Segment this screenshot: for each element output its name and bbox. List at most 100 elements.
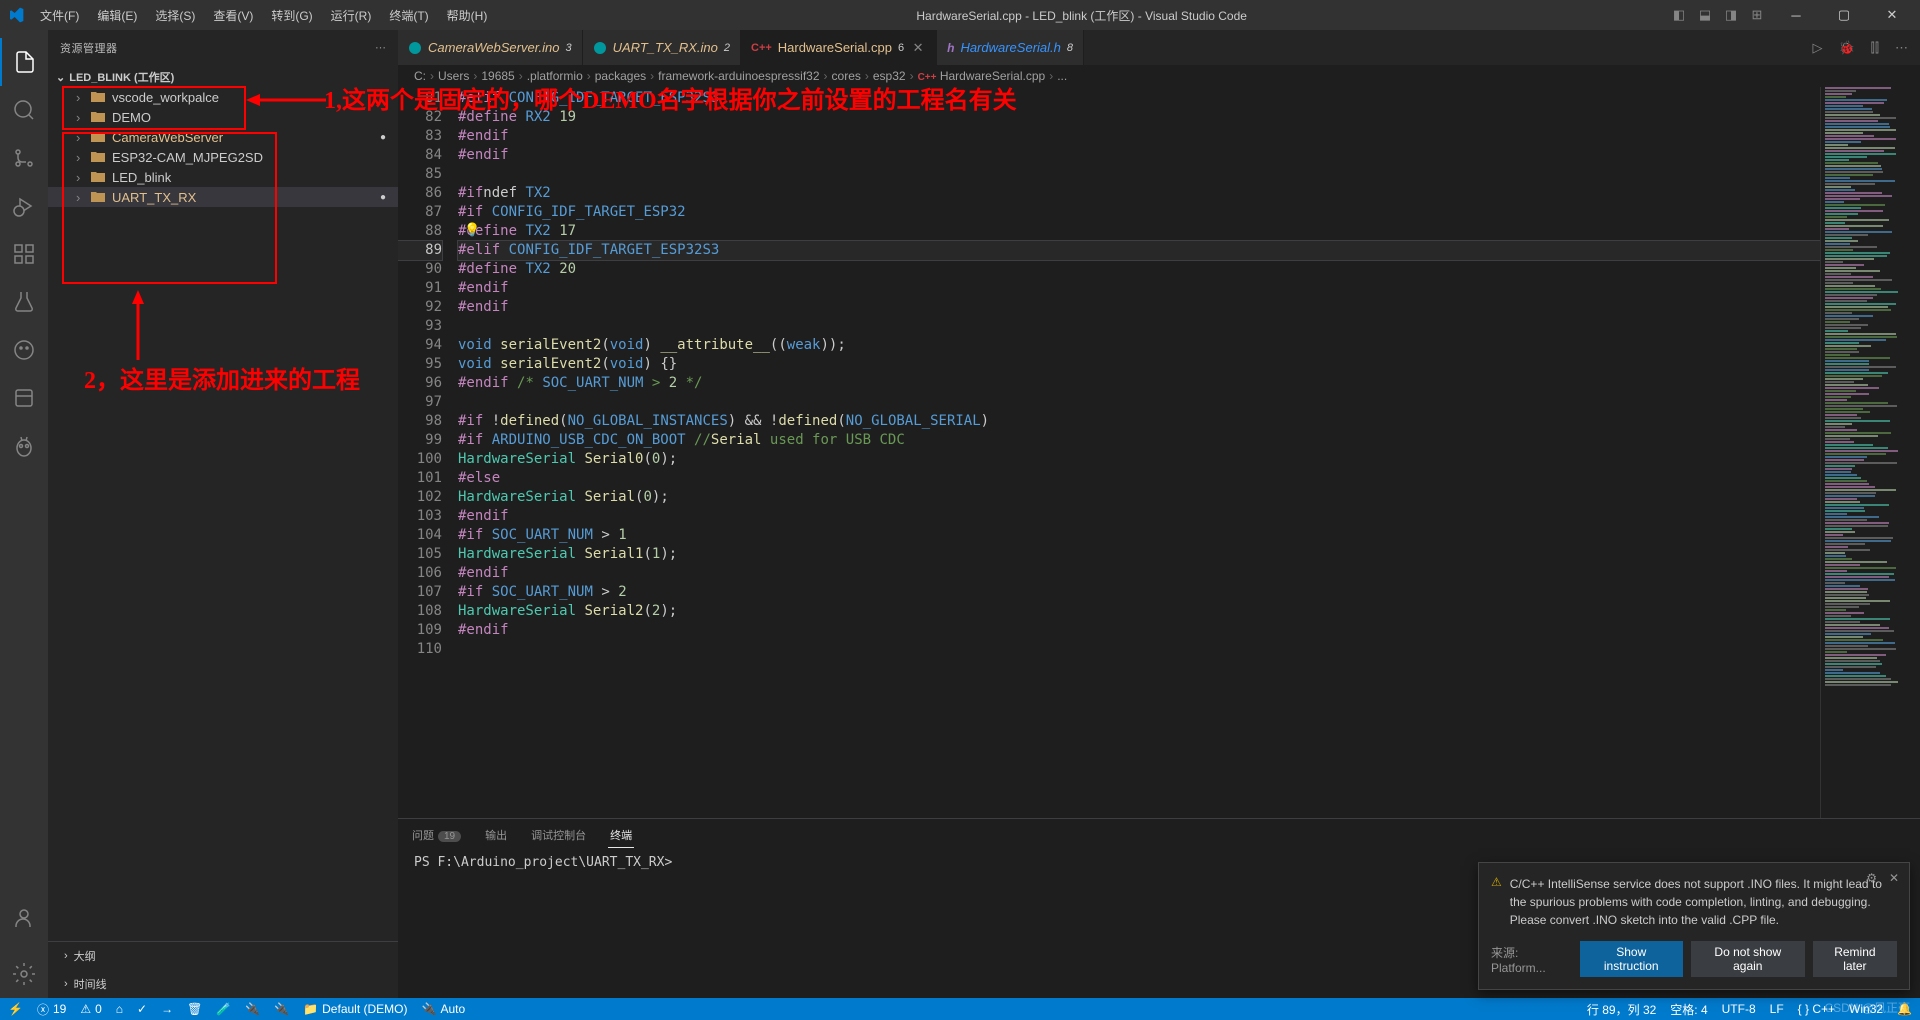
window-title: HardwareSerial.cpp - LED_blink (工作区) - V…: [495, 7, 1668, 24]
more-icon[interactable]: ⋯: [1891, 36, 1912, 60]
code-content[interactable]: #elif CONFIG_IDF_TARGET_ESP32S3#define R…: [458, 87, 1820, 818]
tree-item[interactable]: ›UART_TX_RX: [48, 187, 398, 207]
remind-later-button[interactable]: Remind later: [1813, 941, 1897, 977]
status-item[interactable]: 🔌: [245, 1002, 260, 1016]
editor-tab[interactable]: UART_TX_RX.ino2: [583, 30, 741, 65]
account-icon[interactable]: [0, 894, 48, 942]
minimize-button[interactable]: ─: [1776, 0, 1816, 30]
breadcrumb-item[interactable]: C:: [414, 69, 426, 83]
status-item[interactable]: 🔌: [274, 1002, 289, 1016]
status-item[interactable]: ⓧ19: [37, 1001, 66, 1018]
do-not-show-button[interactable]: Do not show again: [1691, 941, 1805, 977]
platformio-icon[interactable]: [0, 422, 48, 470]
file-tree: ⌄LED_BLINK (工作区) ›vscode_workpalce›DEMO›…: [48, 65, 398, 209]
editor-tab[interactable]: C++HardwareSerial.cpp6✕: [741, 30, 937, 65]
minimap[interactable]: [1820, 87, 1920, 818]
layout-sidebar-right-icon[interactable]: ◨: [1720, 4, 1742, 26]
warning-icon: ⚠: [1491, 875, 1502, 889]
tree-item[interactable]: ›vscode_workpalce: [48, 87, 398, 107]
menu-item[interactable]: 终端(T): [381, 3, 436, 28]
run-icon[interactable]: ▷: [1808, 36, 1826, 60]
notification-text: C/C++ IntelliSense service does not supp…: [1510, 875, 1897, 929]
code-editor[interactable]: 8182838485868788899091929394959697989910…: [398, 87, 1920, 818]
editor-tab[interactable]: hHardwareSerial.h8: [937, 30, 1084, 65]
breadcrumb[interactable]: C:›Users›19685›.platformio›packages›fram…: [398, 65, 1920, 87]
status-item[interactable]: 🧪: [216, 1002, 231, 1016]
breadcrumb-item[interactable]: cores: [832, 69, 861, 83]
menu-item[interactable]: 运行(R): [323, 3, 380, 28]
menu-item[interactable]: 帮助(H): [439, 3, 496, 28]
notification-source: 来源: Platform...: [1491, 944, 1572, 975]
panel-tab[interactable]: 调试控制台: [529, 823, 588, 847]
status-item[interactable]: 空格: 4: [1670, 1001, 1707, 1018]
menubar: 文件(F)编辑(E)选择(S)查看(V)转到(G)运行(R)终端(T)帮助(H): [32, 3, 495, 28]
extensions-icon[interactable]: [0, 230, 48, 278]
notification-gear-icon[interactable]: ⚙: [1866, 871, 1877, 885]
status-item[interactable]: 🗑: [187, 1002, 202, 1016]
window-controls: ─ ▢ ✕: [1776, 0, 1912, 30]
close-button[interactable]: ✕: [1872, 0, 1912, 30]
tab-close-icon[interactable]: ✕: [910, 40, 926, 56]
status-item[interactable]: 📁Default (DEMO): [303, 1002, 407, 1016]
search-icon[interactable]: [0, 86, 48, 134]
breadcrumb-item[interactable]: framework-arduinoespressif32: [658, 69, 819, 83]
editor-tab[interactable]: CameraWebServer.ino3: [398, 30, 583, 65]
status-item[interactable]: 行 89，列 32: [1587, 1001, 1656, 1018]
status-item[interactable]: 🔔: [1897, 1002, 1912, 1016]
panel-tab[interactable]: 输出: [483, 823, 509, 847]
status-item[interactable]: ⚡: [8, 1002, 23, 1016]
layout-controls: ◧ ⬓ ◨ ⊞: [1668, 4, 1768, 26]
sidebar-bottom: ›大纲 ›时间线: [48, 941, 398, 998]
panel-tab[interactable]: 终端: [608, 823, 634, 848]
menu-item[interactable]: 文件(F): [32, 3, 87, 28]
tab-actions: ▷ 🐞 ⫿⫿ ⋯: [1808, 30, 1920, 65]
layout-panel-icon[interactable]: ⬓: [1694, 4, 1716, 26]
statusbar: ⚡ ⓧ19 ⚠0 ⌂ ✓ → 🗑 🧪 🔌 🔌 📁Default (DEMO) 🔌Auto 行 89，列…: [0, 998, 1920, 1020]
breadcrumb-item[interactable]: .platformio: [527, 69, 583, 83]
status-item[interactable]: ⌂: [116, 1002, 123, 1016]
status-item[interactable]: UTF-8: [1722, 1002, 1756, 1016]
workspace-header[interactable]: ⌄LED_BLINK (工作区): [48, 67, 398, 87]
status-item[interactable]: 🔌Auto: [422, 1002, 466, 1016]
notification-close-icon[interactable]: ✕: [1889, 871, 1899, 885]
menu-item[interactable]: 选择(S): [147, 3, 203, 28]
breadcrumb-item[interactable]: C++ HardwareSerial.cpp: [918, 69, 1046, 83]
breadcrumb-item[interactable]: Users: [438, 69, 469, 83]
debug-icon[interactable]: [0, 182, 48, 230]
debug-run-icon[interactable]: 🐞: [1834, 36, 1858, 60]
maximize-button[interactable]: ▢: [1824, 0, 1864, 30]
tree-item[interactable]: ›CameraWebServer: [48, 127, 398, 147]
menu-item[interactable]: 查看(V): [205, 3, 261, 28]
show-instruction-button[interactable]: Show instruction: [1580, 941, 1683, 977]
copilot-icon[interactable]: [0, 326, 48, 374]
split-icon[interactable]: ⫿⫿: [1867, 36, 1883, 60]
tree-item[interactable]: ›DEMO: [48, 107, 398, 127]
breadcrumb-item[interactable]: 19685: [481, 69, 514, 83]
outline-section[interactable]: ›大纲: [48, 942, 398, 970]
menu-item[interactable]: 转到(G): [263, 3, 320, 28]
panel-tabs: 问题19 输出调试控制台终端: [398, 819, 1920, 851]
status-item[interactable]: →: [161, 1002, 173, 1016]
breadcrumb-item[interactable]: ...: [1057, 69, 1067, 83]
status-item[interactable]: ✓: [137, 1002, 147, 1016]
layout-sidebar-left-icon[interactable]: ◧: [1668, 4, 1690, 26]
status-item[interactable]: { } C++: [1798, 1002, 1835, 1016]
projects-icon[interactable]: [0, 374, 48, 422]
sidebar-more-icon[interactable]: ⋯: [375, 41, 386, 54]
menu-item[interactable]: 编辑(E): [89, 3, 145, 28]
status-item[interactable]: ⚠0: [80, 1002, 101, 1016]
tree-item[interactable]: ›LED_blink: [48, 167, 398, 187]
explorer-icon[interactable]: [0, 38, 48, 86]
status-item[interactable]: Win32: [1849, 1002, 1883, 1016]
tree-item[interactable]: ›ESP32-CAM_MJPEG2SD: [48, 147, 398, 167]
breadcrumb-item[interactable]: packages: [595, 69, 646, 83]
panel-tab[interactable]: 问题19: [410, 823, 463, 847]
breadcrumb-item[interactable]: esp32: [873, 69, 906, 83]
settings-icon[interactable]: [0, 950, 48, 998]
source-control-icon[interactable]: [0, 134, 48, 182]
status-item[interactable]: LF: [1770, 1002, 1784, 1016]
lightbulb-icon[interactable]: 💡: [464, 222, 480, 238]
timeline-section[interactable]: ›时间线: [48, 970, 398, 998]
test-icon[interactable]: [0, 278, 48, 326]
layout-customize-icon[interactable]: ⊞: [1746, 4, 1768, 26]
